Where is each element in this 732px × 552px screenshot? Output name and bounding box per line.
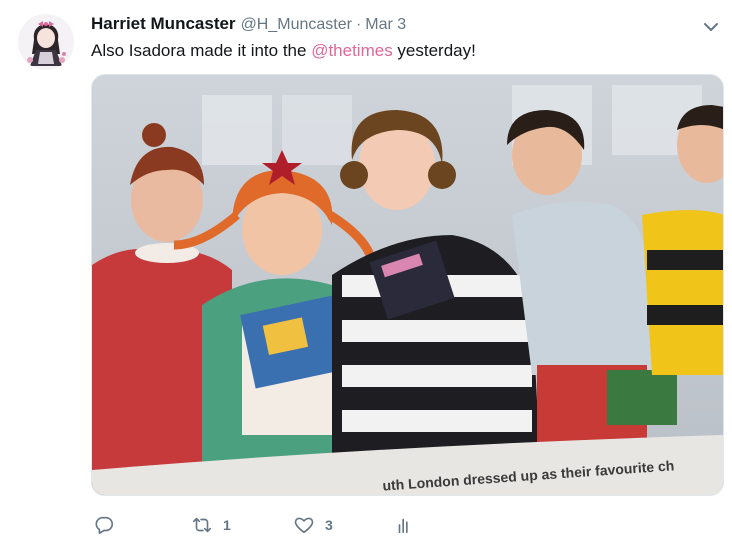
newspaper-photo: uth London dressed up as their favourite… (92, 75, 723, 495)
author-handle[interactable]: @H_Muncaster (241, 16, 352, 34)
tweet-media-photo[interactable]: uth London dressed up as their favourite… (91, 74, 724, 496)
tweet[interactable]: Harriet Muncaster @H_Muncaster · Mar 3 A… (0, 0, 732, 552)
tweet-text-after: yesterday! (392, 41, 476, 60)
retweet-button[interactable]: 1 (191, 510, 231, 540)
mention-link[interactable]: @thetimes (311, 41, 393, 60)
tweet-text: Also Isadora made it into the @thetimes … (91, 40, 476, 62)
retweet-icon (192, 517, 212, 533)
tweet-header: Harriet Muncaster @H_Muncaster · Mar 3 (91, 14, 406, 36)
heart-icon (294, 517, 314, 534)
tweet-text-before: Also Isadora made it into the (91, 41, 312, 60)
author-name[interactable]: Harriet Muncaster (91, 14, 236, 34)
chevron-down-icon (704, 23, 718, 31)
like-count: 3 (325, 517, 333, 533)
separator-dot: · (355, 16, 362, 33)
timestamp[interactable]: Mar 3 (365, 16, 406, 34)
retweet-count: 1 (223, 517, 231, 533)
like-button[interactable]: 3 (293, 510, 333, 540)
analytics-icon (398, 518, 408, 534)
reply-icon (95, 516, 114, 535)
avatar-image (18, 14, 74, 70)
tweet-actions: 1 3 (91, 510, 491, 540)
avatar[interactable] (18, 14, 74, 70)
tweet-menu-button[interactable] (702, 18, 720, 36)
analytics-button[interactable] (394, 510, 416, 540)
reply-button[interactable] (93, 510, 115, 540)
